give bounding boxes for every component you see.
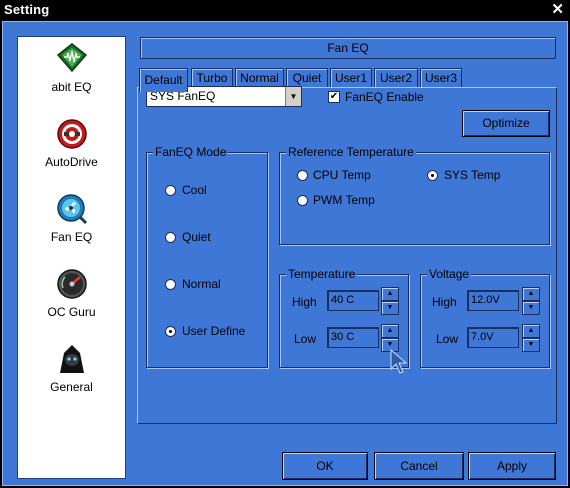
tab-turbo[interactable]: Turbo (191, 68, 233, 88)
ref-sys-temp-radio[interactable] (427, 170, 438, 181)
window-title: Setting (4, 2, 50, 17)
sidebar-item-oc-guru[interactable]: OC Guru (18, 268, 125, 338)
voltage-legend: Voltage (427, 267, 472, 281)
ref-cpu-temp-label: CPU Temp (313, 168, 371, 182)
temp-high-up-icon[interactable]: ▲ (381, 287, 399, 301)
mouse-pointer-icon (390, 349, 408, 374)
temp-low-stepper[interactable]: ▲ ▼ (381, 324, 399, 352)
tab-user3[interactable]: User3 (420, 68, 462, 88)
mode-normal-label: Normal (182, 277, 221, 291)
tab-user1[interactable]: User1 (330, 68, 372, 88)
temp-high-label: High (292, 295, 317, 309)
temp-high-stepper[interactable]: ▲ ▼ (381, 287, 399, 315)
general-icon (60, 345, 84, 373)
volt-high-label: High (432, 295, 457, 309)
tab-user2[interactable]: User2 (374, 68, 418, 88)
mode-quiet-radio[interactable] (165, 232, 176, 243)
apply-button[interactable]: Apply (468, 452, 556, 480)
temp-low-label: Low (294, 332, 317, 346)
settings-window: Setting ✕ abit EQ AutoDrive Fan EQ OC Gu… (0, 0, 570, 488)
title-bar[interactable]: Setting ✕ (0, 0, 570, 20)
mode-cool-label: Cool (182, 183, 207, 197)
cancel-button[interactable]: Cancel (374, 452, 464, 480)
temperature-legend: Temperature (286, 267, 358, 281)
sidebar-item-autodrive[interactable]: AutoDrive (18, 118, 125, 188)
sidebar-item-abit-eq[interactable]: abit EQ (18, 43, 125, 113)
sidebar-item-label: Fan EQ (50, 230, 93, 244)
faneq-mode-legend: FanEQ Mode (153, 145, 229, 159)
temp-high-down-icon[interactable]: ▼ (381, 301, 399, 315)
mode-quiet-label: Quiet (182, 230, 211, 244)
ok-button[interactable]: OK (282, 452, 368, 480)
sidebar-item-fan-eq[interactable]: Fan EQ (18, 193, 125, 263)
ref-sys-temp-label: SYS Temp (444, 168, 501, 182)
fan-eq-icon (57, 194, 88, 225)
chevron-down-icon[interactable]: ▼ (285, 87, 301, 106)
temp-high-input[interactable]: 40 C (327, 290, 379, 311)
volt-low-label: Low (436, 332, 459, 346)
volt-high-down-icon[interactable]: ▼ (522, 301, 540, 315)
volt-high-stepper[interactable]: ▲ ▼ (522, 287, 540, 315)
abit-eq-icon (56, 43, 88, 73)
mode-user-define-radio[interactable] (165, 326, 176, 337)
volt-low-input[interactable]: 7.0V (467, 327, 519, 348)
sidebar-item-general[interactable]: General (18, 343, 125, 413)
sidebar-item-label: OC Guru (47, 305, 96, 319)
sidebar: abit EQ AutoDrive Fan EQ OC Guru General (17, 36, 126, 479)
oc-guru-icon (57, 269, 87, 299)
sidebar-item-label: abit EQ (51, 80, 92, 94)
volt-high-input[interactable]: 12.0V (467, 290, 519, 311)
volt-low-up-icon[interactable]: ▲ (522, 324, 540, 338)
mode-cool-radio[interactable] (165, 185, 176, 196)
volt-high-up-icon[interactable]: ▲ (522, 287, 540, 301)
close-icon[interactable]: ✕ (551, 0, 564, 18)
optimize-button[interactable]: Optimize (462, 110, 550, 137)
fan-enable-label: FanEQ Enable (345, 90, 424, 104)
ref-pwm-temp-radio[interactable] (297, 195, 308, 206)
volt-low-stepper[interactable]: ▲ ▼ (522, 324, 540, 352)
tab-normal[interactable]: Normal (235, 68, 284, 88)
temp-low-input[interactable]: 30 C (327, 327, 379, 348)
ref-cpu-temp-radio[interactable] (297, 170, 308, 181)
autodrive-icon (57, 119, 87, 149)
volt-low-down-icon[interactable]: ▼ (522, 338, 540, 352)
reference-temperature-legend: Reference Temperature (286, 145, 416, 159)
mode-user-define-label: User Define (182, 324, 246, 338)
tab-default[interactable]: Default (139, 68, 188, 92)
section-title: Fan EQ (140, 37, 556, 59)
sidebar-item-label: AutoDrive (45, 155, 98, 169)
temp-low-up-icon[interactable]: ▲ (381, 324, 399, 338)
fan-enable-checkbox[interactable]: ✔ (328, 91, 340, 103)
tab-quiet[interactable]: Quiet (286, 68, 328, 88)
ref-pwm-temp-label: PWM Temp (313, 193, 375, 207)
sidebar-item-label: General (50, 380, 93, 394)
mode-normal-radio[interactable] (165, 279, 176, 290)
